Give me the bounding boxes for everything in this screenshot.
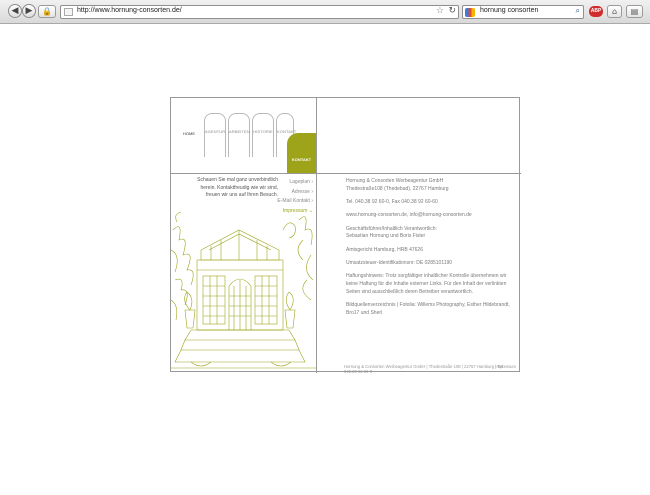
search-engine-icon[interactable]: [465, 8, 475, 17]
vertical-divider: [316, 98, 317, 373]
liability-notice: Haftungshinweis: Trotz sorgfältiger inha…: [346, 273, 507, 295]
nav-home[interactable]: HOME: [183, 131, 195, 136]
court-register: Amtsgericht Hamburg, HRB 47626: [346, 246, 423, 253]
home-icon[interactable]: ⌂: [607, 5, 622, 18]
adblock-icon[interactable]: ABP: [589, 6, 603, 17]
company-phone: Tel. 040.38 92 60-0, Fax 040.38 92 60-60: [346, 199, 438, 206]
managing-directors-label: Geschäftsführer/Inhaltlich Verantwortlic…: [346, 225, 437, 232]
footer-address: Hornung & Consorten Werbeagentur GmbH | …: [344, 364, 504, 374]
submenu-item-adresse[interactable]: Adresse ›: [277, 188, 313, 198]
image-credits: Bildquellenverzeichnis | Fotolia: Willem…: [346, 302, 510, 317]
website-frame: HOME AGENTUR ARBEITEN HISTORIE KONTAKT K…: [170, 97, 521, 374]
company-address: Thedestraße108 (Thedebad), 22767 Hamburg: [346, 185, 449, 192]
footer-impressum-link[interactable]: Impressum: [495, 364, 516, 369]
conservatory-illustration: [171, 211, 316, 369]
footer: Hornung & Consorten Werbeagentur GmbH | …: [344, 364, 516, 374]
chevron-right-icon: ›: [311, 198, 313, 204]
reload-icon[interactable]: ↻: [448, 6, 456, 16]
search-bar[interactable]: hornung consorten ⌕: [462, 5, 584, 19]
vat-id: Umsatzsteuer-Identifikationsnr: DE 02851…: [346, 260, 453, 267]
impressum-content: Hornung & Consorten Werbeagentur GmbH Th…: [346, 178, 518, 323]
identity-button[interactable]: 🔒: [38, 5, 56, 18]
intro-text: Schauen Sie mal ganz unverbindlich herei…: [197, 177, 278, 198]
search-input[interactable]: hornung consorten: [480, 7, 538, 14]
managing-directors-names: Sebastian Hornung und Boris Fister: [346, 233, 426, 240]
search-icon[interactable]: ⌕: [576, 6, 580, 16]
tab-arbeiten[interactable]: ARBEITEN: [228, 113, 250, 157]
submenu-item-lageplan[interactable]: Lageplan ›: [277, 178, 313, 188]
forward-arrow-icon[interactable]: ▶: [22, 4, 36, 18]
bookmarks-icon[interactable]: ▤: [626, 5, 643, 18]
address-bar[interactable]: http://www.hornung-consorten.de/ ☆ ↻: [60, 5, 459, 19]
horizontal-divider: [171, 173, 521, 174]
company-web[interactable]: www.hornung-consorten.de, info@hornung-c…: [346, 212, 518, 220]
browser-toolbar: ◀ ▶ 🔒 http://www.hornung-consorten.de/ ☆…: [0, 0, 650, 24]
url-text: http://www.hornung-consorten.de/: [77, 7, 182, 14]
company-name: Hornung & Consorten Werbeagentur GmbH: [346, 178, 444, 184]
back-arrow-icon[interactable]: ◀: [8, 4, 22, 18]
lock-icon: 🔒: [42, 7, 52, 16]
chevron-right-icon: ›: [311, 188, 313, 195]
submenu-item-email[interactable]: E-Mail Kontakt ›: [277, 197, 313, 207]
chevron-right-icon: ›: [311, 179, 313, 185]
tab-historie[interactable]: HISTORIE: [252, 113, 274, 157]
page-icon: [64, 8, 73, 16]
tab-agentur[interactable]: AGENTUR: [204, 113, 226, 157]
tab-kontakt-active[interactable]: KONTAKT: [287, 133, 316, 173]
star-icon[interactable]: ☆: [436, 6, 444, 16]
